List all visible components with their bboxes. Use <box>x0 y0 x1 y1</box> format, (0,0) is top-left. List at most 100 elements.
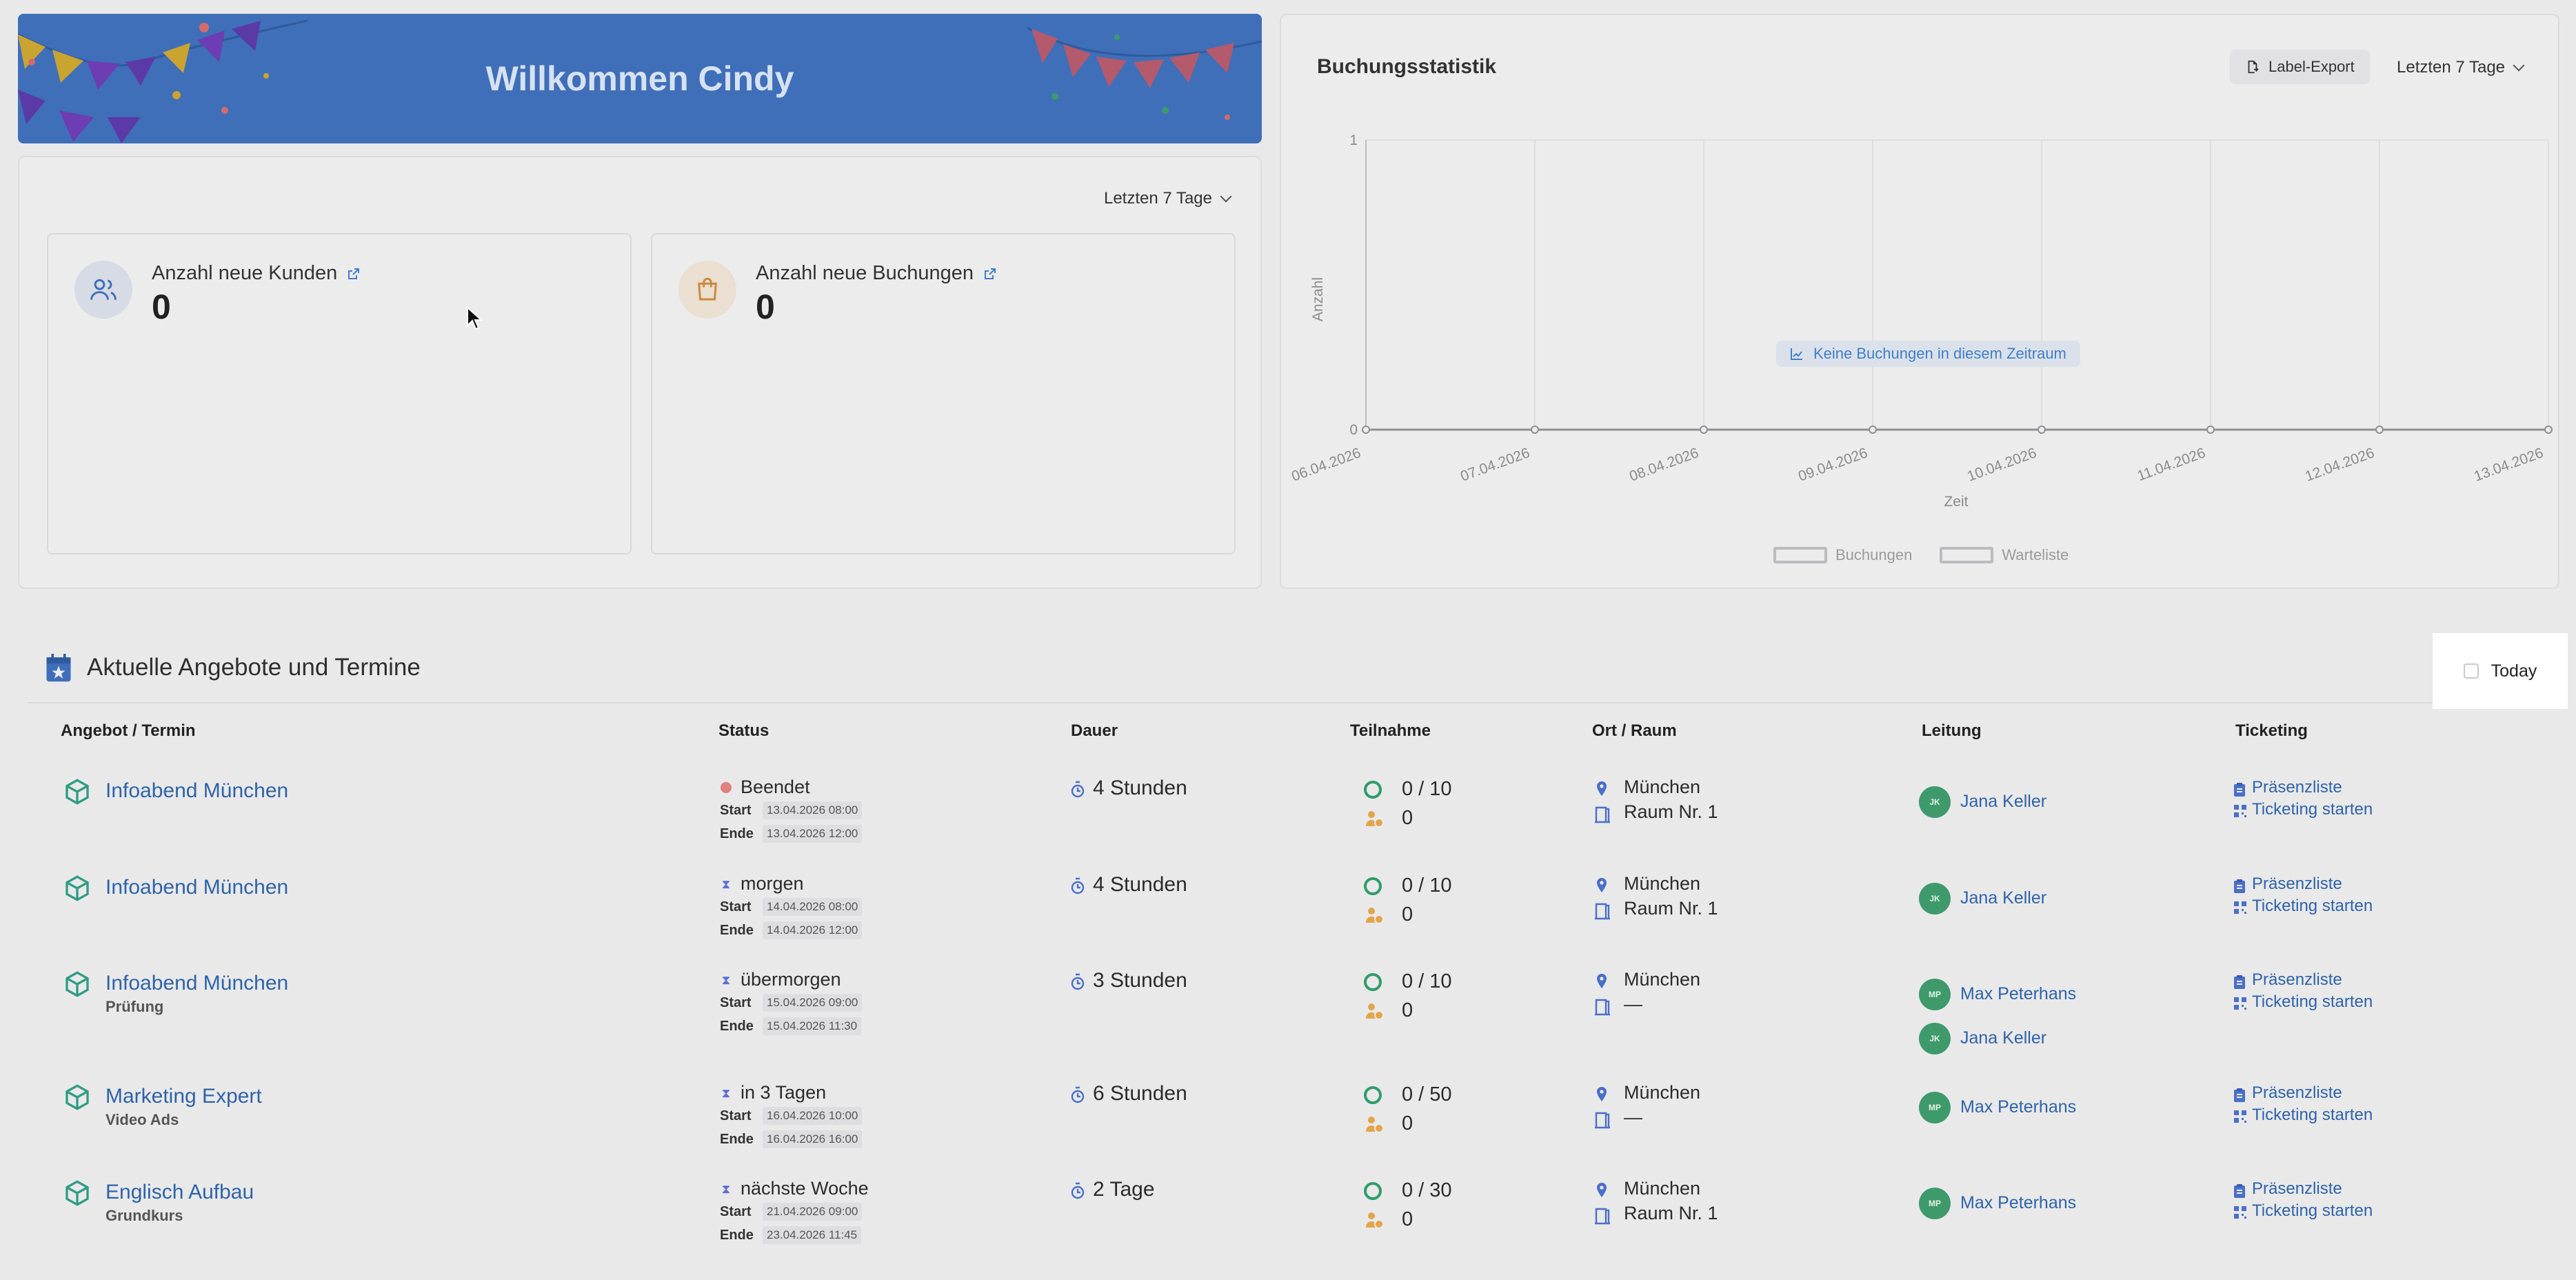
attendance-list-link[interactable]: Präsenzliste <box>2252 1179 2342 1199</box>
legend-item-buchungen[interactable]: Buchungen <box>1773 546 1912 564</box>
stats-range-label: Letzten 7 Tage <box>1103 189 1212 208</box>
participation-count: 0 / 10 <box>1402 970 1452 992</box>
leader-name-link[interactable]: Jana Keller <box>1960 1028 2046 1048</box>
end-date: 16.04.2026 16:00 <box>763 1130 863 1148</box>
start-label: Start <box>720 803 752 818</box>
stats-range-dropdown[interactable]: Letzten 7 Tage <box>1103 189 1232 208</box>
start-label: Start <box>720 1108 752 1123</box>
col-header-ticketing[interactable]: Ticketing <box>2235 721 2308 741</box>
data-point <box>2206 426 2215 434</box>
attendance-list-link[interactable]: Präsenzliste <box>2252 778 2342 797</box>
offer-title-link[interactable]: Marketing Expert <box>105 1085 262 1108</box>
door-icon <box>1595 806 1610 823</box>
qr-code-icon <box>2234 997 2246 1010</box>
offer-title-link[interactable]: Infoabend München <box>105 972 288 995</box>
col-header-offer[interactable]: Angebot / Termin <box>61 721 196 741</box>
legend-swatch <box>1940 547 1994 563</box>
calendar-star-icon <box>46 654 71 682</box>
stat-label-new-bookings: Anzahl neue Buchungen <box>756 262 997 285</box>
status-text: morgen <box>741 873 804 894</box>
attendance-list-link[interactable]: Präsenzliste <box>2252 874 2342 894</box>
room-text: Raum Nr. 1 <box>1624 801 1718 822</box>
start-date: 13.04.2026 08:00 <box>763 801 863 819</box>
offer-title-link[interactable]: Infoabend München <box>105 876 288 899</box>
external-link-icon[interactable] <box>983 267 997 281</box>
status-text: Beendet <box>741 777 810 797</box>
leader-name-link[interactable]: Max Peterhans <box>1960 984 2076 1004</box>
waitlist-count: 0 <box>1402 807 1413 829</box>
room-text: — <box>1624 994 1642 1014</box>
start-ticketing-link[interactable]: Ticketing starten <box>2252 800 2373 819</box>
data-point <box>2544 426 2553 434</box>
status-text: nächste Woche <box>741 1178 869 1199</box>
leader-name-link[interactable]: Jana Keller <box>1960 792 2046 812</box>
start-label: Start <box>720 899 752 914</box>
start-ticketing-link[interactable]: Ticketing starten <box>2252 1106 2373 1125</box>
x-tick-label: 11.04.2026 <box>2135 445 2208 484</box>
stat-label-new-customers: Anzahl neue Kunden <box>152 262 361 285</box>
waitlist-count: 0 <box>1402 903 1413 926</box>
door-icon <box>1595 999 1610 1016</box>
stopwatch-icon <box>1071 1182 1085 1199</box>
leader-name-link[interactable]: Max Peterhans <box>1960 1097 2076 1117</box>
location-text: München <box>1624 1178 1701 1199</box>
participation-ring-icon <box>1364 877 1382 895</box>
attendance-list-link[interactable]: Präsenzliste <box>2252 1083 2342 1103</box>
col-header-status[interactable]: Status <box>718 721 769 741</box>
today-checkbox[interactable] <box>2463 663 2479 679</box>
end-label: Ende <box>720 1132 754 1147</box>
external-link-icon[interactable] <box>347 267 361 281</box>
section-divider <box>28 702 2535 703</box>
shopping-bag-icon <box>678 261 736 319</box>
avatar: MP <box>1919 1188 1951 1219</box>
data-point <box>1700 426 1708 434</box>
leader-name-link[interactable]: Max Peterhans <box>1960 1193 2076 1213</box>
x-tick-label: 12.04.2026 <box>2303 445 2377 485</box>
legend-item-warteliste[interactable]: Warteliste <box>1940 546 2069 564</box>
booking-stats-panel: Buchungsstatistik Label-Export Letzten 7… <box>1280 14 2559 589</box>
legend-swatch <box>1773 547 1827 563</box>
participation-ring-icon <box>1364 781 1382 799</box>
leader-name-link[interactable]: Jana Keller <box>1960 888 2046 908</box>
room-text: Raum Nr. 1 <box>1624 898 1718 919</box>
offer-subtitle: Prüfung <box>105 998 164 1015</box>
start-ticketing-link[interactable]: Ticketing starten <box>2252 897 2373 916</box>
col-header-location[interactable]: Ort / Raum <box>1592 721 1677 741</box>
map-pin-icon <box>1597 1183 1607 1197</box>
chevron-down-icon <box>1220 190 1232 203</box>
empty-chart-message: Keine Buchungen in diesem Zeitraum <box>1776 341 2080 367</box>
col-header-leader[interactable]: Leitung <box>1922 721 1982 741</box>
participation-ring-icon <box>1364 1086 1382 1104</box>
stopwatch-icon <box>1071 973 1085 990</box>
clipboard-list-icon <box>2234 1088 2245 1102</box>
data-point <box>1362 426 1370 434</box>
stopwatch-icon <box>1071 877 1085 894</box>
stat-value-new-bookings: 0 <box>756 288 775 326</box>
duration-text: 4 Stunden <box>1093 873 1187 896</box>
users-icon <box>74 261 132 319</box>
start-ticketing-link[interactable]: Ticketing starten <box>2252 992 2373 1012</box>
x-tick-label: 07.04.2026 <box>1458 445 1532 485</box>
attendance-list-link[interactable]: Präsenzliste <box>2252 970 2342 990</box>
stop-circle-icon <box>720 781 732 794</box>
data-point <box>1869 426 1877 434</box>
map-pin-icon <box>1597 878 1607 892</box>
location-text: München <box>1624 1082 1701 1103</box>
stat-value-new-customers: 0 <box>152 288 171 326</box>
offer-title-link[interactable]: Infoabend München <box>105 779 288 803</box>
participation-count: 0 / 10 <box>1402 778 1452 800</box>
start-label: Start <box>720 995 752 1010</box>
end-label: Ende <box>720 826 754 841</box>
clipboard-list-icon <box>2234 783 2245 797</box>
end-label: Ende <box>720 1019 754 1034</box>
today-filter[interactable]: Today <box>2433 633 2568 709</box>
x-tick-label: 10.04.2026 <box>1965 445 2039 485</box>
start-ticketing-link[interactable]: Ticketing starten <box>2252 1201 2373 1221</box>
offer-title-link[interactable]: Englisch Aufbau <box>105 1181 254 1204</box>
x-tick-label: 13.04.2026 <box>2472 445 2546 485</box>
hourglass-icon: ⧗ <box>721 1086 731 1100</box>
col-header-duration[interactable]: Dauer <box>1071 721 1118 741</box>
col-header-participation[interactable]: Teilnahme <box>1350 721 1431 741</box>
waitlist-user-icon <box>1366 1212 1384 1229</box>
duration-text: 3 Stunden <box>1093 969 1187 992</box>
